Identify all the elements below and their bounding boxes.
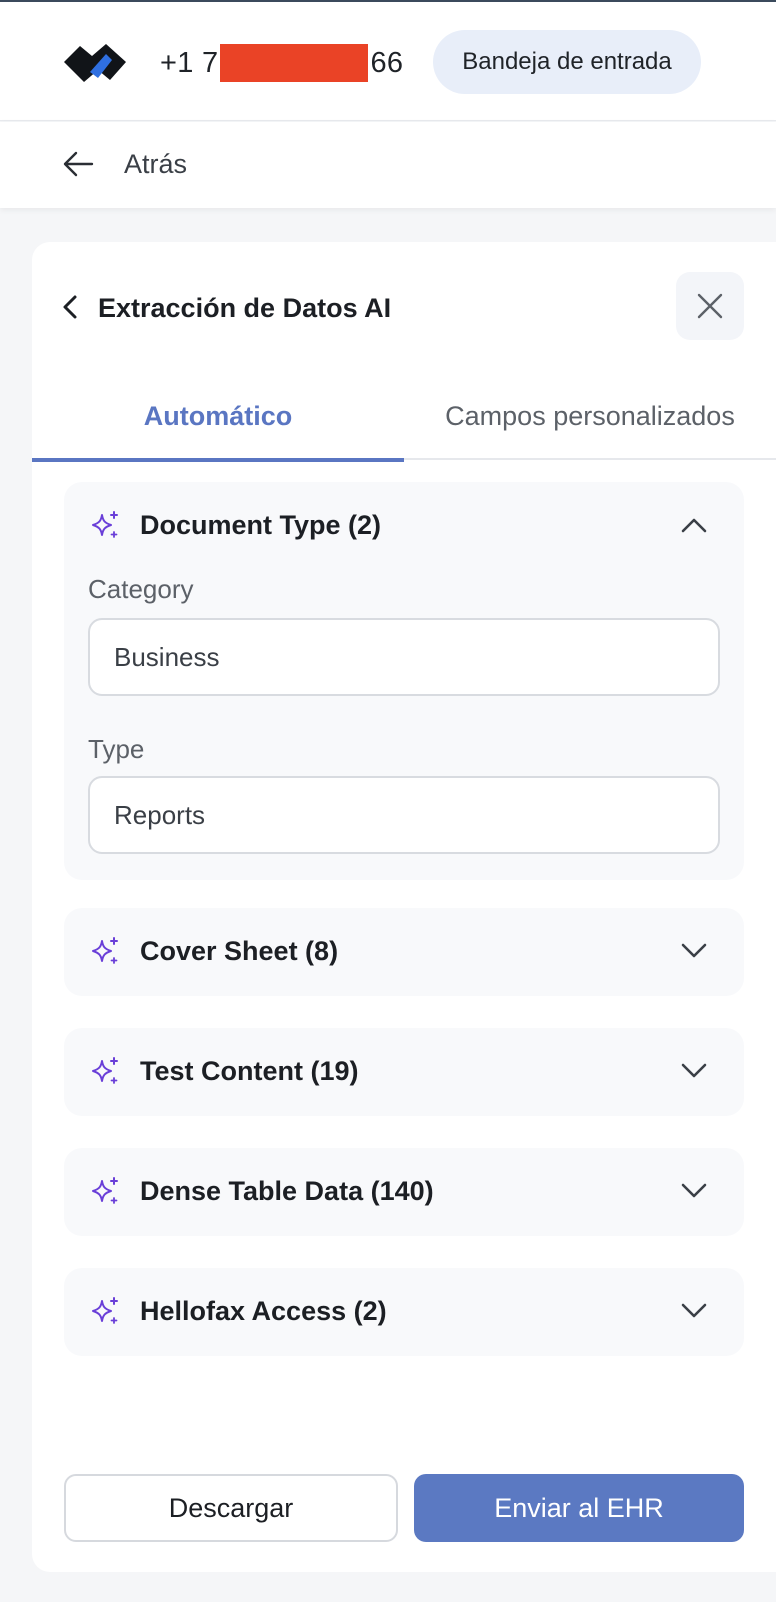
section-header[interactable]: Dense Table Data (140) (64, 1148, 744, 1236)
section-title: Dense Table Data (140) (140, 1176, 434, 1206)
sparkle-icon (92, 1057, 118, 1084)
back-bar: Atrás (0, 122, 776, 208)
arrow-left-icon[interactable] (62, 148, 94, 180)
ai-extraction-panel: Extracción de Datos AI Automático Campos… (32, 242, 776, 1572)
field-label-type: Type (88, 734, 145, 764)
download-button[interactable]: Descargar (64, 1474, 398, 1542)
chevron-down-icon[interactable] (680, 1060, 708, 1082)
chevron-down-icon[interactable] (680, 1300, 708, 1322)
sparkle-icon (92, 1177, 118, 1204)
tab-automatic[interactable]: Automático (32, 372, 404, 462)
section-header[interactable]: Test Content (19) (64, 1028, 744, 1116)
section-header[interactable]: Document Type (2) (64, 482, 744, 570)
type-field[interactable]: Reports (88, 776, 720, 854)
phone-number: +1 7 66 (160, 44, 403, 82)
inbox-button[interactable]: Bandeja de entrada (433, 30, 701, 94)
chevron-down-icon[interactable] (680, 1180, 708, 1202)
section-hellofax-access[interactable]: Hellofax Access (2) (64, 1268, 744, 1356)
panel-header: Extracción de Datos AI (32, 242, 776, 342)
chevron-left-icon[interactable] (60, 294, 82, 320)
section-dense-table-data[interactable]: Dense Table Data (140) (64, 1148, 744, 1236)
section-cover-sheet[interactable]: Cover Sheet (8) (64, 908, 744, 996)
field-label-category: Category (88, 574, 194, 604)
tab-custom-fields[interactable]: Campos personalizados (404, 372, 776, 460)
sparkle-icon (92, 511, 118, 538)
section-title: Test Content (19) (140, 1056, 359, 1086)
phone-suffix: 66 (370, 46, 404, 79)
app-logo[interactable] (62, 42, 128, 84)
panel-title: Extracción de Datos AI (98, 293, 392, 323)
app-header: +1 7 66 Bandeja de entrada (0, 2, 776, 121)
chevron-down-icon[interactable] (680, 940, 708, 962)
phone-prefix: +1 7 (160, 46, 219, 79)
back-link[interactable]: Atrás (124, 148, 187, 180)
chevron-up-icon[interactable] (680, 514, 708, 536)
category-field[interactable]: Business (88, 618, 720, 696)
close-button[interactable] (676, 272, 744, 340)
section-header[interactable]: Cover Sheet (8) (64, 908, 744, 996)
redacted-block (220, 44, 369, 82)
send-to-ehr-button[interactable]: Enviar al EHR (414, 1474, 744, 1542)
close-icon (697, 293, 723, 319)
section-title: Cover Sheet (8) (140, 936, 339, 966)
section-title: Hellofax Access (2) (140, 1296, 387, 1326)
tab-bar: Automático Campos personalizados (32, 372, 776, 462)
section-header[interactable]: Hellofax Access (2) (64, 1268, 744, 1356)
section-title: Document Type (2) (140, 510, 382, 540)
sparkle-icon (92, 1297, 118, 1324)
section-test-content[interactable]: Test Content (19) (64, 1028, 744, 1116)
sparkle-icon (92, 937, 118, 964)
section-document-type: Document Type (2) Category Business Type… (64, 482, 744, 880)
